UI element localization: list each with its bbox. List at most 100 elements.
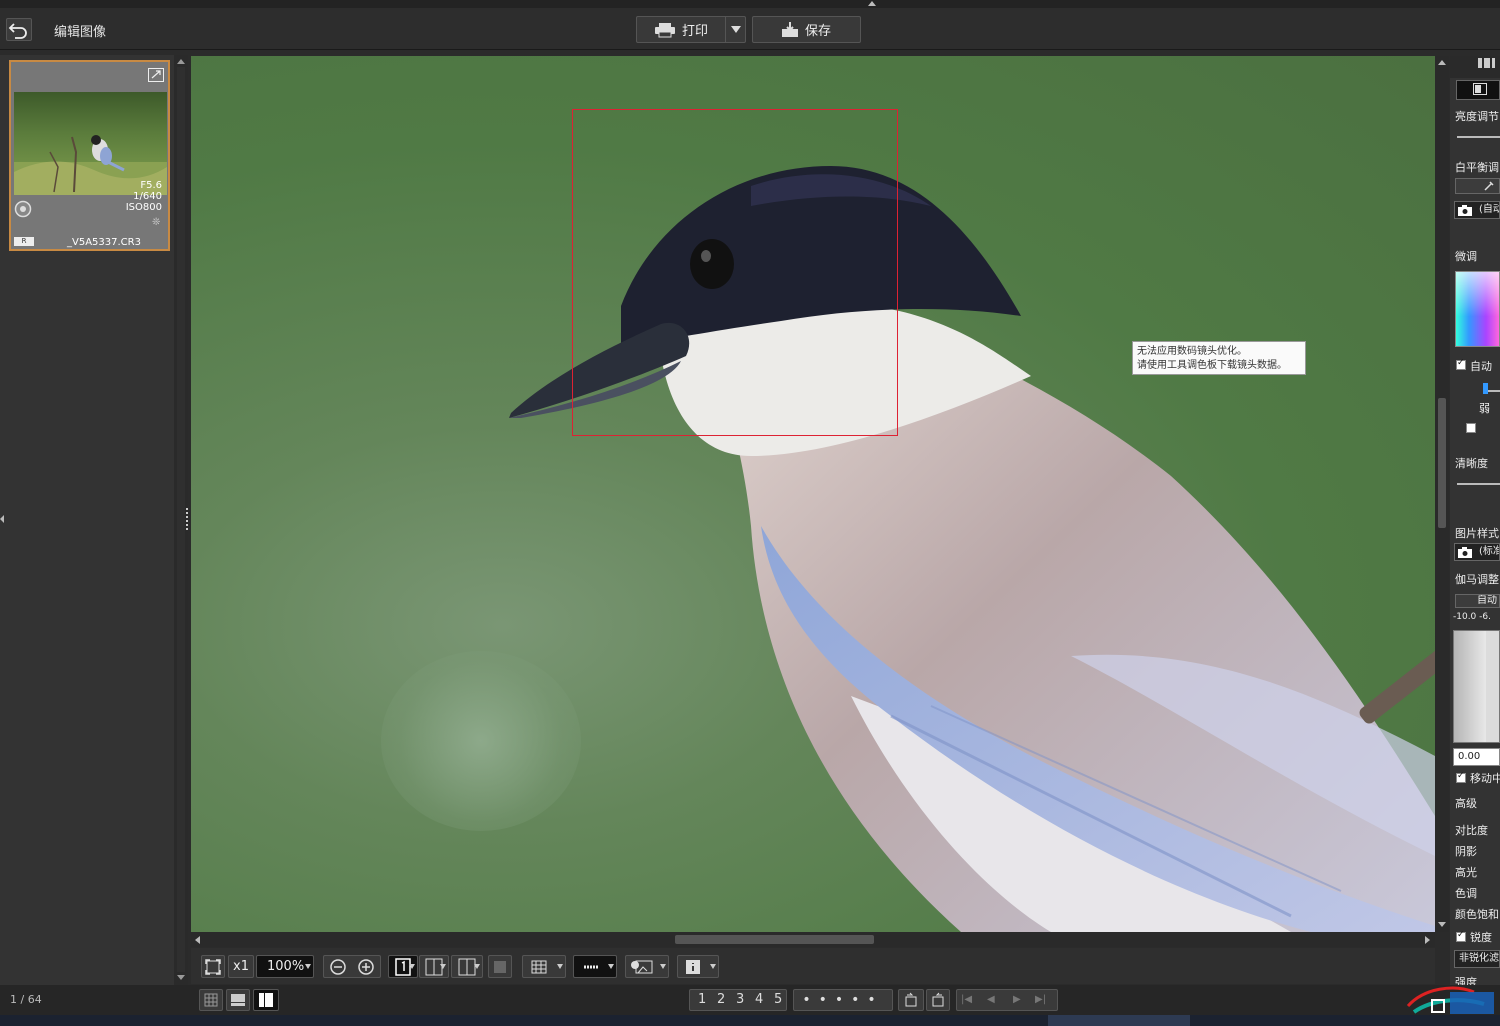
chevron-down-icon: [409, 964, 415, 969]
option-checkbox[interactable]: [1466, 423, 1476, 433]
unsharp-label: 非锐化滤: [1459, 953, 1499, 964]
horizontal-scroll-thumb[interactable]: [675, 935, 874, 944]
gamma-value-input[interactable]: 0.00: [1453, 748, 1500, 766]
chevron-down-icon: [557, 964, 563, 969]
highlight-warning-button[interactable]: [625, 955, 669, 978]
zoom-select[interactable]: 100%: [256, 955, 314, 978]
rating-4[interactable]: 4: [755, 990, 763, 1010]
taskbar-active-app[interactable]: [1048, 1015, 1190, 1026]
scroll-up-icon[interactable]: [177, 59, 185, 64]
tooltip-line-1: 无法应用数码镜头优化。: [1137, 346, 1247, 357]
compare-view-button[interactable]: [419, 955, 449, 978]
save-button[interactable]: 保存: [752, 16, 861, 43]
color-fine-tune-grid[interactable]: [1455, 271, 1500, 347]
thumbnail-item[interactable]: F5.6 1/640 ISO800 ❊ R _V5A5337.CR3: [9, 60, 170, 251]
scroll-left-icon[interactable]: [195, 936, 200, 944]
chevron-down-icon: [474, 964, 480, 969]
gamma-label: 伽马调整: [1455, 573, 1499, 586]
weak-label: 弱: [1479, 402, 1490, 415]
grid-view-icon: [204, 993, 218, 1007]
info-button[interactable]: [677, 955, 719, 978]
rating-5[interactable]: 5: [774, 990, 782, 1010]
gamma-histogram[interactable]: [1453, 630, 1500, 743]
gamma-auto-button[interactable]: 自动: [1455, 594, 1500, 608]
vertical-scroll-thumb[interactable]: [1438, 398, 1446, 528]
first-image-icon[interactable]: |◀: [961, 990, 972, 1010]
info-icon: [686, 960, 700, 974]
basic-tab-icon: [1473, 83, 1487, 95]
viewer-vertical-scrollbar[interactable]: [1435, 56, 1449, 932]
scroll-down-icon[interactable]: [1438, 922, 1446, 927]
split-view-button[interactable]: [451, 955, 483, 978]
auto-checkbox[interactable]: [1456, 358, 1466, 370]
gamma-value: 0.00: [1458, 751, 1481, 762]
scroll-right-icon[interactable]: [1425, 936, 1430, 944]
collapse-left-icon[interactable]: [0, 515, 4, 523]
scroll-up-icon[interactable]: [1438, 60, 1446, 65]
clarity-slider[interactable]: [1457, 483, 1500, 485]
site-watermark-logo: [1406, 986, 1494, 1014]
zoom-controls: [323, 955, 381, 978]
print-label: 打印: [682, 24, 709, 39]
preview-view-button[interactable]: [226, 989, 250, 1011]
edit-view-button[interactable]: [253, 989, 279, 1011]
focus-frame: [572, 109, 898, 436]
sharpen-mode-select[interactable]: 非锐化滤: [1454, 950, 1500, 968]
zoom-in-icon[interactable]: [357, 958, 375, 976]
next-image-icon[interactable]: ▶: [1013, 990, 1021, 1010]
image-viewer[interactable]: 无法应用数码镜头优化。 请使用工具调色板下载镜头数据。: [191, 56, 1435, 932]
enlarge-icon[interactable]: [148, 68, 164, 82]
grid-overlay-button[interactable]: [522, 955, 566, 978]
zoom-out-icon[interactable]: [329, 958, 347, 976]
eyedropper-button[interactable]: [1455, 178, 1500, 194]
af-point-button[interactable]: [573, 955, 617, 978]
chevron-down-icon: [608, 964, 614, 969]
wb-value: (自动: [1479, 204, 1499, 215]
lens-tooltip: 无法应用数码镜头优化。 请使用工具调色板下载镜头数据。: [1132, 341, 1306, 375]
prev-image-icon[interactable]: ◀: [987, 990, 995, 1010]
save-icon: [782, 22, 798, 37]
grid-toggle-button[interactable]: [488, 955, 512, 978]
af-point-icon: [580, 961, 602, 973]
viewer-horizontal-scrollbar[interactable]: [191, 932, 1435, 947]
tooltip-line-2: 请使用工具调色板下载镜头数据。: [1137, 360, 1287, 371]
rating-3[interactable]: 3: [736, 990, 744, 1010]
zoom-x1-button[interactable]: x1: [228, 955, 254, 978]
last-image-icon[interactable]: ▶|: [1035, 990, 1046, 1010]
single-view-button[interactable]: [388, 955, 418, 978]
print-button[interactable]: 打印: [636, 16, 746, 43]
page-title: 编辑图像: [54, 25, 107, 40]
move-checkbox[interactable]: [1456, 771, 1466, 783]
advanced-label: 高级: [1455, 797, 1477, 810]
print-dropdown-icon[interactable]: [725, 17, 745, 42]
panel-toggle-icon[interactable]: [1478, 57, 1496, 69]
chevron-down-icon: [440, 964, 446, 969]
rating-2[interactable]: 2: [717, 990, 725, 1010]
color-label-group[interactable]: •••••: [793, 989, 893, 1011]
scroll-down-icon[interactable]: [177, 975, 185, 980]
picture-style-label: 图片样式: [1455, 527, 1499, 540]
rotate-left-button[interactable]: [898, 989, 924, 1011]
fine-tune-label: 微调: [1455, 250, 1477, 263]
clarity-label: 清晰度: [1455, 457, 1488, 470]
ps-value: (标准: [1479, 546, 1499, 557]
rating-1[interactable]: 1: [698, 990, 706, 1010]
splitter-handle[interactable]: [186, 508, 190, 530]
highlight-label: 高光: [1455, 866, 1477, 879]
rotate-right-button[interactable]: [926, 989, 950, 1011]
back-button[interactable]: [6, 18, 32, 41]
thumbnail-view-button[interactable]: [199, 989, 223, 1011]
thumb-filename: _V5A5337.CR3: [67, 237, 141, 248]
sharpness-label: 锐度: [1470, 931, 1492, 944]
brightness-slider[interactable]: [1457, 136, 1500, 138]
page-counter: 1 / 64: [10, 993, 42, 1006]
slider-knob[interactable]: [1483, 383, 1488, 394]
thumb-aperture: F5.6: [140, 180, 162, 191]
status-bar: 1 / 64 1 2 3 4 5 ••••• |◀ ◀ ▶ ▶|: [0, 985, 1500, 1015]
thumb-iso: ISO800: [125, 202, 162, 213]
sharpness-checkbox[interactable]: [1456, 930, 1466, 942]
collapse-top-icon[interactable]: [868, 1, 876, 6]
rotate-left-icon: [905, 992, 917, 1007]
lens-correction-icon: [14, 200, 32, 218]
fit-screen-button[interactable]: [201, 955, 225, 978]
